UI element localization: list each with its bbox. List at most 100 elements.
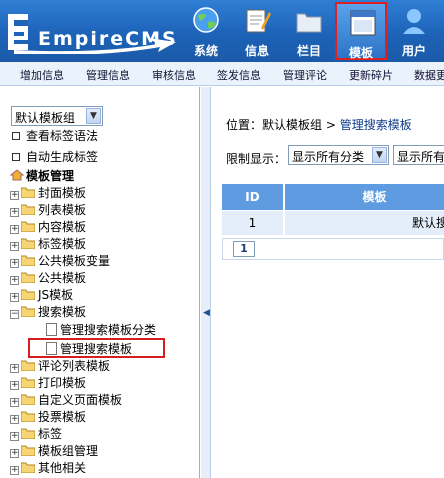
view-tag-syntax-link[interactable]: 查看标签语法 bbox=[12, 127, 98, 144]
tree-item-tag[interactable]: + 标签 bbox=[10, 425, 62, 441]
folder-icon bbox=[296, 13, 322, 33]
page-number-button[interactable]: 1 bbox=[233, 241, 255, 257]
tree-item-content-template[interactable]: + 内容模板 bbox=[10, 218, 86, 234]
expand-icon[interactable]: + bbox=[10, 466, 19, 475]
folder-icon bbox=[21, 221, 35, 232]
nav-info-label: 信息 bbox=[244, 44, 269, 58]
tree-item-search-template[interactable]: − 搜索模板 bbox=[10, 303, 86, 319]
tree-item-vote-template[interactable]: + 投票模板 bbox=[10, 408, 86, 424]
collapse-icon[interactable]: − bbox=[10, 310, 19, 319]
tree-item-public-template-vars[interactable]: + 公共模板变量 bbox=[10, 252, 110, 268]
nav-system-label: 系统 bbox=[193, 44, 218, 58]
submenu-manage-comments[interactable]: 管理评论 bbox=[283, 67, 327, 83]
tree-item-other[interactable]: + 其他相关 bbox=[10, 459, 86, 475]
breadcrumb-current-link[interactable]: 管理搜索模板 bbox=[340, 118, 412, 132]
user-icon bbox=[403, 9, 425, 34]
sidebar-collapse-bar[interactable]: ◀ bbox=[201, 87, 211, 478]
submenu-data-update[interactable]: 数据更 bbox=[414, 67, 444, 83]
nav-column[interactable]: 栏目 bbox=[283, 2, 335, 60]
square-bullet-icon bbox=[12, 153, 20, 161]
nav-column-label: 栏目 bbox=[296, 44, 321, 58]
folder-icon bbox=[21, 360, 35, 371]
expand-icon[interactable]: + bbox=[10, 293, 19, 302]
nav-user-label: 用户 bbox=[401, 44, 426, 58]
collapse-left-icon[interactable]: ◀ bbox=[203, 308, 210, 318]
left-panel: 默认模板组 ▼ 查看标签语法 自动生成标签 模板管理 + 封面模板 + 列表模板 +… bbox=[0, 87, 200, 478]
document-icon bbox=[46, 323, 57, 336]
pagination: 1 bbox=[222, 238, 444, 260]
template-group-select-value: 默认模板组 bbox=[15, 111, 76, 125]
tree-item-cover-template[interactable]: + 封面模板 bbox=[10, 184, 86, 200]
open-folder-icon bbox=[21, 306, 35, 317]
logo-text: EmpireCMS bbox=[38, 28, 178, 50]
empirecms-logo[interactable]: EmpireCMS bbox=[8, 8, 180, 56]
submenu-sign-info[interactable]: 签发信息 bbox=[217, 67, 261, 83]
submenu-manage-info[interactable]: 管理信息 bbox=[86, 67, 130, 83]
folder-icon bbox=[21, 377, 35, 388]
window-icon bbox=[350, 10, 376, 36]
folder-icon bbox=[21, 394, 35, 405]
submenu-update-fragments[interactable]: 更新碎片 bbox=[349, 67, 393, 83]
globe-icon bbox=[193, 7, 219, 33]
expand-icon[interactable]: + bbox=[10, 449, 19, 458]
tree-item-manage-search-template-category[interactable]: 管理搜索模板分类 bbox=[46, 321, 156, 337]
tree-item-tag-template[interactable]: + 标签模板 bbox=[10, 235, 86, 251]
submenu-add-info[interactable]: 增加信息 bbox=[20, 67, 64, 83]
template-group-select[interactable]: 默认模板组 ▼ bbox=[11, 106, 103, 126]
tree-item-custom-page-template[interactable]: + 自定义页面模板 bbox=[10, 391, 122, 407]
filter-label: 限制显示： bbox=[226, 152, 287, 166]
breadcrumb: 位置：默认模板组 > 管理搜索模板 bbox=[226, 118, 412, 132]
chevron-down-icon[interactable]: ▼ bbox=[372, 147, 387, 163]
expand-icon[interactable]: + bbox=[10, 276, 19, 285]
cell-id: 1 bbox=[222, 211, 284, 235]
expand-icon[interactable]: + bbox=[10, 398, 19, 407]
folder-icon bbox=[21, 411, 35, 422]
nav-system[interactable]: 系统 bbox=[180, 2, 232, 60]
square-bullet-icon bbox=[12, 132, 20, 140]
tree-item-comment-list-template[interactable]: + 评论列表模板 bbox=[10, 357, 110, 373]
tree-item-list-template[interactable]: + 列表模板 bbox=[10, 201, 86, 217]
tree-root-template-management[interactable]: 模板管理 bbox=[10, 167, 74, 184]
folder-icon bbox=[21, 462, 35, 473]
expand-icon[interactable]: + bbox=[10, 225, 19, 234]
expand-icon[interactable]: + bbox=[10, 432, 19, 441]
folder-icon bbox=[21, 187, 35, 198]
folder-icon bbox=[21, 445, 35, 456]
column-header-id: ID bbox=[222, 184, 284, 210]
notepad-icon bbox=[246, 9, 271, 33]
tree-item-public-template[interactable]: + 公共模板 bbox=[10, 269, 86, 285]
tree-item-template-group-management[interactable]: + 模板组管理 bbox=[10, 442, 98, 458]
expand-icon[interactable]: + bbox=[10, 208, 19, 217]
folder-icon bbox=[21, 289, 35, 300]
folder-icon bbox=[21, 428, 35, 439]
home-icon bbox=[10, 169, 24, 181]
folder-icon bbox=[21, 255, 35, 266]
category-filter-select[interactable]: 显示所有分类 ▼ bbox=[288, 145, 389, 165]
second-filter-select[interactable]: 显示所有 bbox=[393, 145, 444, 165]
expand-icon[interactable]: + bbox=[10, 191, 19, 200]
selected-item-highlight bbox=[28, 338, 165, 358]
column-header-template: 模板 bbox=[285, 184, 444, 210]
expand-icon[interactable]: + bbox=[10, 242, 19, 251]
folder-icon bbox=[21, 238, 35, 249]
expand-icon[interactable]: + bbox=[10, 381, 19, 390]
submenu-review-info[interactable]: 审核信息 bbox=[152, 67, 196, 83]
expand-icon[interactable]: + bbox=[10, 415, 19, 424]
nav-user[interactable]: 用户 bbox=[388, 2, 440, 60]
breadcrumb-group-link[interactable]: 默认模板组 bbox=[262, 118, 322, 132]
nav-info[interactable]: 信息 bbox=[231, 2, 283, 60]
folder-icon bbox=[21, 272, 35, 283]
top-header: EmpireCMS 系统 信息 栏目 模板 用户 bbox=[0, 0, 444, 62]
sub-menu: 增加信息 管理信息 审核信息 签发信息 管理评论 更新碎片 数据更 bbox=[0, 62, 444, 86]
nav-template[interactable]: 模板 bbox=[335, 2, 387, 60]
auto-generate-tag-link[interactable]: 自动生成标签 bbox=[12, 148, 98, 165]
expand-icon[interactable]: + bbox=[10, 259, 19, 268]
nav-template-label: 模板 bbox=[348, 46, 373, 60]
tree-item-print-template[interactable]: + 打印模板 bbox=[10, 374, 86, 390]
folder-icon bbox=[21, 204, 35, 215]
tree-item-js-template[interactable]: + JS模板 bbox=[10, 286, 73, 302]
expand-icon[interactable]: + bbox=[10, 364, 19, 373]
cell-template-name[interactable]: 默认搜索 bbox=[285, 211, 444, 235]
main-content: 位置：默认模板组 > 管理搜索模板 限制显示： 显示所有分类 ▼ 显示所有 ID… bbox=[212, 87, 444, 478]
chevron-down-icon[interactable]: ▼ bbox=[86, 108, 101, 124]
